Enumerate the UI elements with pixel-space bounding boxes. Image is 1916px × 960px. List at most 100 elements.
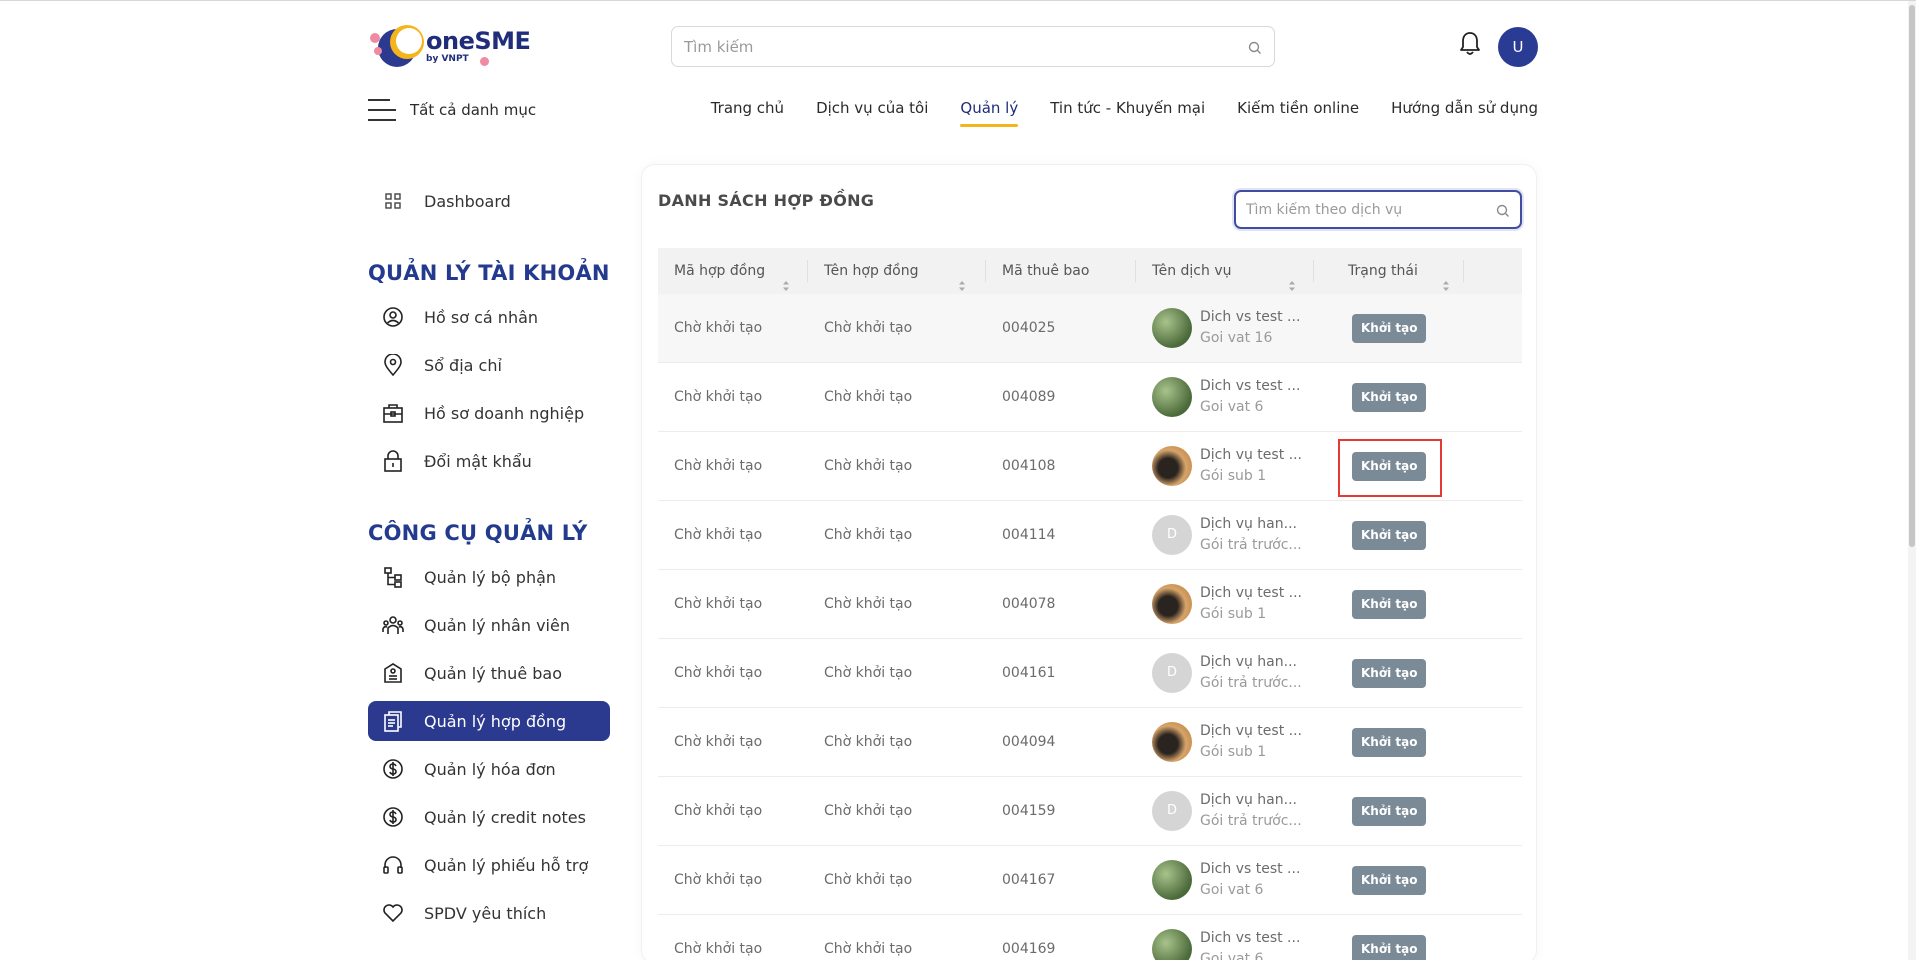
all-categories-menu[interactable]: Tất cả danh mục <box>368 99 536 121</box>
sort-icon[interactable] <box>1442 265 1450 291</box>
table-row[interactable]: Chờ khởi tạo Chờ khởi tạo 004094 Dịch vụ… <box>658 708 1522 777</box>
contract-code-cell: Chờ khởi tạo <box>674 527 763 543</box>
service-name: Dịch vụ han... <box>1200 654 1297 670</box>
location-pin-icon <box>382 354 404 376</box>
sort-icon[interactable] <box>782 265 790 291</box>
nav-item-management[interactable]: Quản lý <box>960 99 1018 127</box>
column-header-status[interactable]: Trạng thái <box>1314 248 1464 294</box>
service-cell[interactable]: D Dịch vụ han... Gói trả trước... <box>1136 790 1314 832</box>
sidebar-item-invoices[interactable]: Quản lý hóa đơn <box>368 749 610 789</box>
table-row[interactable]: Chờ khởi tạo Chờ khởi tạo 004078 Dịch vụ… <box>658 570 1522 639</box>
service-cell[interactable]: Dich vs test ... Goi vat 6 <box>1136 928 1314 960</box>
service-search[interactable] <box>1234 190 1522 229</box>
sort-icon[interactable] <box>1288 265 1296 291</box>
service-plan: Gói trả trước... <box>1200 675 1302 691</box>
sidebar-item-business-profile[interactable]: Hồ sơ doanh nghiệp <box>368 393 610 433</box>
nav-item-home[interactable]: Trang chủ <box>711 99 784 117</box>
bell-icon[interactable] <box>1459 31 1481 61</box>
service-name: Dich vs test ... <box>1200 930 1301 946</box>
contract-name-cell: Chờ khởi tạo <box>824 734 913 750</box>
table-row[interactable]: Chờ khởi tạo Chờ khởi tạo 004169 Dich vs… <box>658 915 1522 960</box>
service-thumbnail: D <box>1152 515 1192 555</box>
logo-text: oneSME <box>426 27 531 55</box>
org-tree-icon <box>382 566 404 588</box>
table-row[interactable]: Chờ khởi tạo Chờ khởi tạo 004025 Dich vs… <box>658 294 1522 363</box>
page-title: DANH SÁCH HỢP ĐỒNG <box>658 191 875 210</box>
sidebar-item-profile[interactable]: Hồ sơ cá nhân <box>368 297 610 337</box>
contract-code-cell: Chờ khởi tạo <box>674 872 763 888</box>
briefcase-icon <box>382 402 404 424</box>
service-name: Dịch vụ han... <box>1200 792 1297 808</box>
user-circle-icon <box>382 306 404 328</box>
search-icon[interactable] <box>1496 203 1510 222</box>
sidebar-item-change-password[interactable]: Đổi mật khẩu <box>368 441 610 481</box>
sidebar-item-address-book[interactable]: Sổ địa chỉ <box>368 345 610 385</box>
avatar[interactable]: U <box>1498 27 1538 67</box>
contract-code-cell: Chờ khởi tạo <box>674 665 763 681</box>
sidebar-item-credit-notes[interactable]: Quản lý credit notes <box>368 797 610 837</box>
sidebar-item-employees[interactable]: Quản lý nhân viên <box>368 605 610 645</box>
service-cell[interactable]: Dich vs test ... Goi vat 6 <box>1136 859 1314 901</box>
grid-icon <box>382 190 404 212</box>
service-cell[interactable]: Dich vs test ... Goi vat 6 <box>1136 376 1314 418</box>
subscription-code-cell: 004089 <box>1002 389 1056 405</box>
service-name: Dịch vụ test ... <box>1200 447 1302 463</box>
table-row[interactable]: Chờ khởi tạo Chờ khởi tạo 004089 Dich vs… <box>658 363 1522 432</box>
hamburger-icon[interactable] <box>368 99 396 121</box>
sidebar-item-support-tickets[interactable]: Quản lý phiếu hỗ trợ <box>368 845 610 885</box>
sidebar-item-dashboard[interactable]: Dashboard <box>368 181 610 221</box>
sidebar-item-label: Quản lý bộ phận <box>424 567 557 587</box>
sidebar: Dashboard QUẢN LÝ TÀI KHOẢN Hồ sơ cá nhâ… <box>368 181 610 941</box>
table-row[interactable]: Chờ khởi tạo Chờ khởi tạo 004114 D Dịch … <box>658 501 1522 570</box>
sidebar-item-departments[interactable]: Quản lý bộ phận <box>368 557 610 597</box>
service-name: Dịch vụ han... <box>1200 516 1297 532</box>
service-cell[interactable]: Dịch vụ test ... Gói sub 1 <box>1136 583 1314 625</box>
service-thumbnail <box>1152 308 1192 348</box>
onesme-logo[interactable]: oneSME by VNPT <box>368 25 531 69</box>
service-search-input[interactable] <box>1236 192 1486 227</box>
sidebar-item-subscriptions[interactable]: Quản lý thuê bao <box>368 653 610 693</box>
column-header-contract-name[interactable]: Tên hợp đồng <box>808 248 986 294</box>
sidebar-item-label: Quản lý hợp đồng <box>424 711 567 731</box>
subscription-code-cell: 004108 <box>1002 458 1056 474</box>
sidebar-item-label: Quản lý nhân viên <box>424 615 570 635</box>
sort-icon[interactable] <box>958 265 966 291</box>
sidebar-item-label: Quản lý credit notes <box>424 807 586 827</box>
scrollbar-thumb[interactable] <box>1909 5 1915 547</box>
table-row[interactable]: Chờ khởi tạo Chờ khởi tạo 004167 Dich vs… <box>658 846 1522 915</box>
nav-item-earn-online[interactable]: Kiếm tiền online <box>1237 99 1359 117</box>
sidebar-item-label: SPDV yêu thích <box>424 903 547 923</box>
contract-name-cell: Chờ khởi tạo <box>824 596 913 612</box>
column-header-service-name[interactable]: Tên dịch vụ <box>1136 248 1314 294</box>
nav-item-user-guide[interactable]: Hướng dẫn sử dụng <box>1391 99 1538 117</box>
service-thumbnail: D <box>1152 791 1192 831</box>
global-search[interactable] <box>671 26 1275 67</box>
contract-name-cell: Chờ khởi tạo <box>824 389 913 405</box>
headset-icon <box>382 854 404 876</box>
nav-item-my-services[interactable]: Dịch vụ của tôi <box>816 99 928 117</box>
column-header-contract-code[interactable]: Mã hợp đồng <box>658 248 808 294</box>
service-cell[interactable]: Dịch vụ test ... Gói sub 1 <box>1136 445 1314 487</box>
service-name: Dich vs test ... <box>1200 309 1301 325</box>
global-search-input[interactable] <box>672 27 1232 66</box>
service-plan: Gói sub 1 <box>1200 606 1267 622</box>
contract-name-cell: Chờ khởi tạo <box>824 941 913 957</box>
service-plan: Gói sub 1 <box>1200 744 1267 760</box>
contract-code-cell: Chờ khởi tạo <box>674 596 763 612</box>
subscription-code-cell: 004094 <box>1002 734 1056 750</box>
table-row[interactable]: Chờ khởi tạo Chờ khởi tạo 004159 D Dịch … <box>658 777 1522 846</box>
service-cell[interactable]: D Dịch vụ han... Gói trả trước... <box>1136 652 1314 694</box>
service-name: Dịch vụ test ... <box>1200 723 1302 739</box>
service-plan: Goi vat 16 <box>1200 330 1273 346</box>
dollar-circle-icon <box>382 758 404 780</box>
sidebar-item-contracts[interactable]: Quản lý hợp đồng <box>368 701 610 741</box>
sidebar-item-favorites[interactable]: SPDV yêu thích <box>368 893 610 933</box>
search-icon[interactable] <box>1248 40 1262 59</box>
service-cell[interactable]: D Dịch vụ han... Gói trả trước... <box>1136 514 1314 556</box>
nav-item-news-promotions[interactable]: Tin tức - Khuyến mại <box>1050 99 1205 117</box>
service-cell[interactable]: Dịch vụ test ... Gói sub 1 <box>1136 721 1314 763</box>
service-cell[interactable]: Dich vs test ... Goi vat 16 <box>1136 307 1314 349</box>
table-row[interactable]: Chờ khởi tạo Chờ khởi tạo 004161 D Dịch … <box>658 639 1522 708</box>
status-badge: Khởi tạo <box>1352 796 1427 826</box>
status-badge: Khởi tạo <box>1352 520 1427 550</box>
